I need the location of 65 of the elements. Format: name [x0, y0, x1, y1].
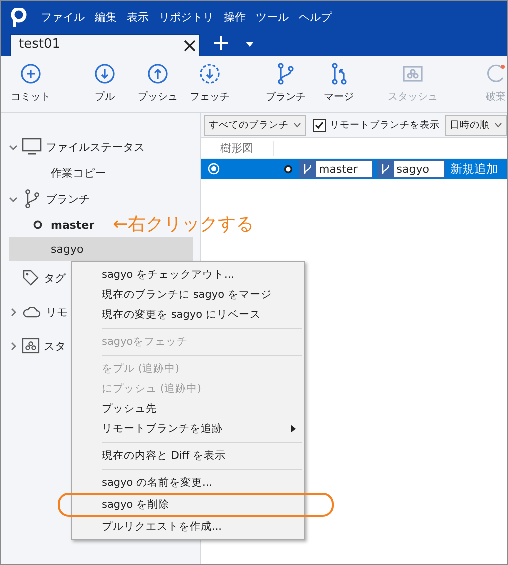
- sidebar-item[interactable]: master: [9, 213, 99, 237]
- branch-filter-dropdown[interactable]: すべてのブランチ: [204, 114, 306, 136]
- menu-item[interactable]: ヘルプ: [299, 10, 332, 25]
- menu-item[interactable]: 表示: [127, 10, 149, 25]
- checkbox[interactable]: [313, 118, 326, 132]
- cloud-icon: [22, 304, 42, 320]
- submenu-arrow-icon: [291, 425, 296, 433]
- chevron-down-icon[interactable]: [9, 142, 18, 152]
- toolbar-button[interactable]: マージ: [324, 62, 354, 104]
- context-menu-item[interactable]: sagyo の名前を変更...: [72, 473, 304, 493]
- branch-icon: [378, 161, 394, 177]
- sidebar-section[interactable]: ファイルステータス: [46, 140, 145, 154]
- radio-icon: [208, 163, 220, 175]
- branch-icon: [300, 161, 316, 177]
- checkbox-label: リモートブランチを表示: [330, 118, 440, 132]
- annotation-text: ←右クリックする: [113, 215, 254, 235]
- column-header[interactable]: 樹形図: [201, 140, 274, 156]
- menu-item[interactable]: ツール: [256, 10, 289, 25]
- new-tab-button[interactable]: +: [212, 34, 230, 56]
- context-menu-item[interactable]: リモートブランチを追跡: [72, 419, 304, 439]
- menu-item[interactable]: リポジトリ: [159, 10, 214, 25]
- context-menu-item[interactable]: 現在の内容と Diff を表示: [72, 446, 304, 466]
- branch-tag: master: [299, 160, 373, 178]
- sidebar-item[interactable]: 作業コピー: [9, 161, 110, 185]
- toolbar-button[interactable]: コミット: [11, 62, 51, 104]
- commit-node-icon: [284, 164, 293, 174]
- caret-icon: [495, 122, 502, 128]
- commit-message: 新規追加: [450, 160, 498, 178]
- commit-row[interactable]: master sagyo 新規追加: [201, 159, 507, 179]
- context-menu-item[interactable]: プルリクエストを作成...: [72, 517, 304, 537]
- context-menu-item[interactable]: プッシュ先: [72, 399, 304, 419]
- down-arrow-circle-icon: [93, 62, 117, 86]
- tag-icon: [22, 269, 40, 287]
- dropdown-icon[interactable]: [246, 42, 254, 47]
- context-menu-item[interactable]: sagyo をチェックアウト...: [72, 265, 304, 285]
- dashed-down-arrow-circle-icon: [198, 62, 222, 86]
- current-branch-icon: [33, 220, 43, 230]
- sidebar-section[interactable]: タグ: [44, 270, 66, 286]
- toolbar-button[interactable]: フェッチ: [190, 62, 230, 104]
- menu-item[interactable]: ファイル: [41, 10, 85, 25]
- toolbar-button[interactable]: プッシュ: [138, 62, 178, 104]
- context-menu-item[interactable]: 現在の変更を sagyo にリベース: [72, 305, 304, 325]
- plus-circle-icon: [19, 62, 43, 86]
- context-menu-item[interactable]: sagyo を削除: [60, 495, 332, 515]
- context-menu-item[interactable]: 現在のブランチに sagyo をマージ: [72, 285, 304, 305]
- chevron-right-icon[interactable]: [9, 342, 18, 350]
- sort-dropdown[interactable]: 日時の順: [445, 114, 507, 136]
- sidebar-section[interactable]: ブランチ: [46, 192, 90, 206]
- monitor-icon: [22, 138, 42, 156]
- sidebar-section[interactable]: リモ: [46, 304, 68, 320]
- toolbar-button[interactable]: ブランチ: [266, 62, 306, 104]
- repo-tab[interactable]: test01: [10, 34, 200, 56]
- stash-icon: [22, 337, 40, 355]
- toolbar-button[interactable]: プル: [93, 62, 117, 104]
- up-arrow-circle-icon: [146, 62, 170, 86]
- caret-icon: [294, 122, 301, 128]
- close-icon[interactable]: [184, 40, 196, 52]
- sidebar-section[interactable]: スタ: [44, 338, 66, 354]
- app-logo-icon: [11, 8, 27, 28]
- menu-item[interactable]: 編集: [95, 10, 117, 25]
- branch-tag: sagyo: [376, 160, 444, 178]
- menu-item[interactable]: 操作: [224, 10, 246, 25]
- sidebar-item[interactable]: sagyo: [9, 237, 193, 261]
- chevron-down-icon[interactable]: [9, 194, 18, 204]
- chevron-right-icon[interactable]: [9, 308, 18, 316]
